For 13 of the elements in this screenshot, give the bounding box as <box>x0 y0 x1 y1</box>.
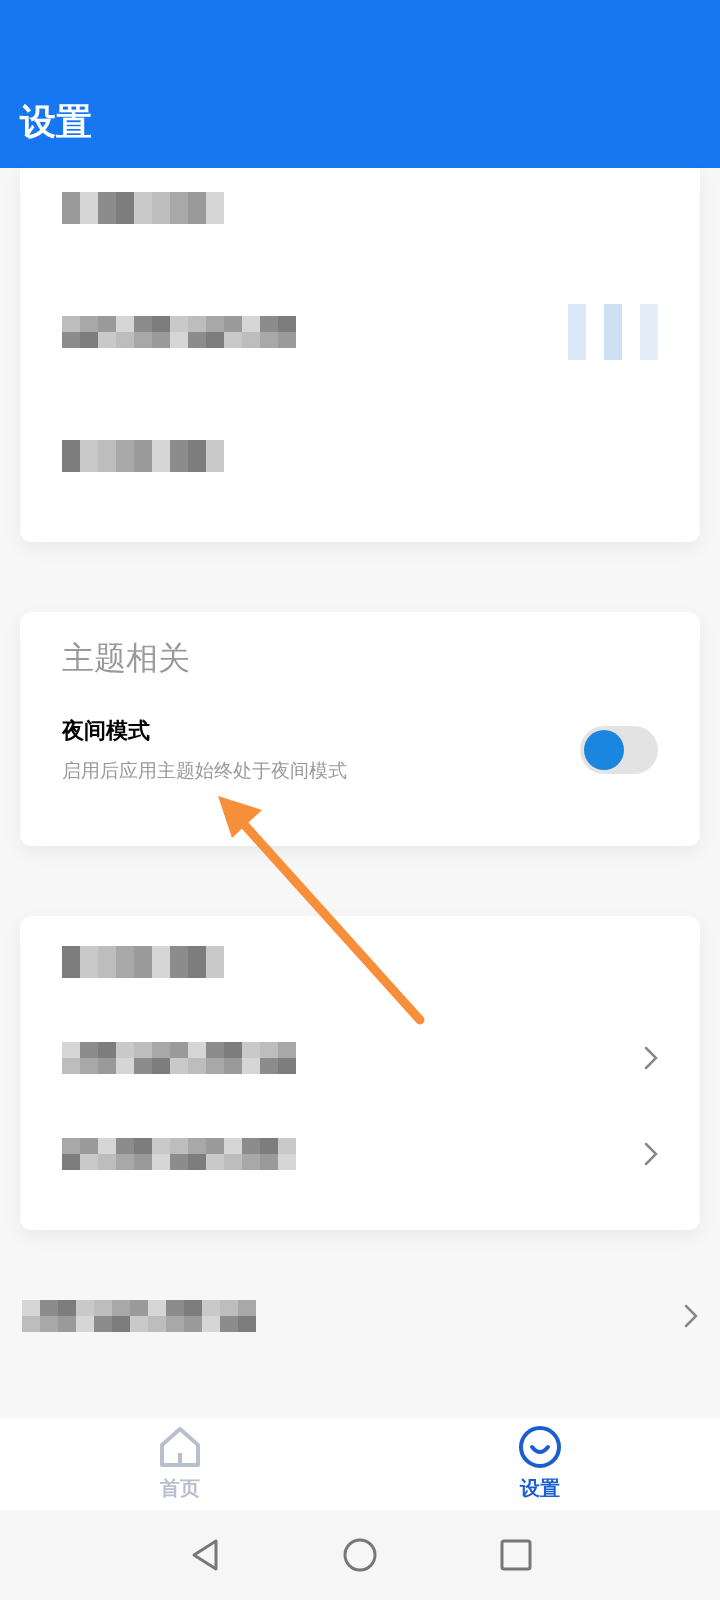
smile-icon <box>518 1425 562 1469</box>
setting-title: 夜间模式 <box>62 717 151 745</box>
nav-tab[interactable]: 设置 <box>518 1425 562 1503</box>
chevron-right-icon <box>684 1303 698 1328</box>
home-circle-icon[interactable] <box>342 1537 378 1573</box>
chevron-right-icon <box>644 1141 658 1166</box>
section-heading: 主题相关 <box>62 642 191 674</box>
toggle-switch[interactable] <box>580 725 658 774</box>
setting-description: 启用后应用主题始终处于夜间模式 <box>62 759 347 783</box>
chevron-right-icon <box>644 1045 658 1070</box>
recents-icon[interactable] <box>498 1537 534 1573</box>
page-title: 设置 <box>20 104 92 140</box>
home-icon <box>158 1425 202 1469</box>
